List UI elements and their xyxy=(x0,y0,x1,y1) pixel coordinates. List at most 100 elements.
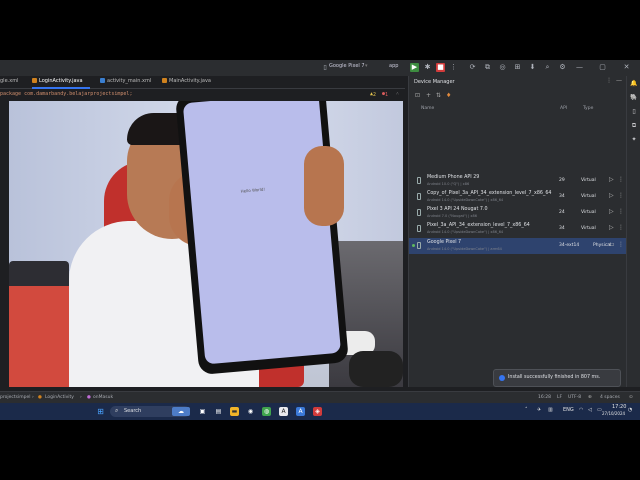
device-more-icon[interactable]: ⋮ xyxy=(618,176,624,183)
run-config-selector[interactable]: app xyxy=(389,63,398,69)
right-tool-strip: 🔔 🐘 ▯ ⧉ ✦ xyxy=(626,76,640,387)
panel-options-icon[interactable]: ⋮ — xyxy=(606,77,622,84)
widgets-icon[interactable]: ▤ xyxy=(214,407,223,416)
notification-center-icon[interactable]: ◔ xyxy=(628,407,632,413)
device-more-icon[interactable]: ⋮ xyxy=(618,241,624,248)
phone-icon: ▯ xyxy=(323,64,327,71)
app-icon-a[interactable]: A xyxy=(279,407,288,416)
tray-chevron-icon[interactable]: ˄ xyxy=(525,407,528,413)
breadcrumb-method[interactable]: onMasuk xyxy=(93,395,113,400)
column-type[interactable]: Type xyxy=(583,106,593,111)
clock-time[interactable]: 17:20 xyxy=(612,404,626,410)
device-more-icon[interactable]: ⋮ xyxy=(618,192,624,199)
java-file-icon xyxy=(162,78,167,83)
inspection-chevron-icon[interactable]: ˄ xyxy=(396,91,399,97)
file-explorer-icon[interactable]: ▬ xyxy=(230,407,239,416)
device-more-icon[interactable]: ⋮ xyxy=(618,224,624,231)
profiler-icon[interactable]: ◎ xyxy=(498,63,507,72)
firebase-icon[interactable]: ♦ xyxy=(446,92,451,99)
sdk-manager-icon[interactable]: ⬇ xyxy=(528,63,537,72)
code-first-line: package com.damarbandy.belajarprojectsim… xyxy=(0,90,405,101)
tab-main-activity[interactable]: MainActivity.java xyxy=(162,78,211,84)
tab-login-activity[interactable]: LoginActivity.java xyxy=(32,78,83,84)
layout-inspector-icon[interactable]: ⊞ xyxy=(513,63,522,72)
device-mirror-icon[interactable]: ⧉ xyxy=(483,63,492,72)
tray-network-icon[interactable]: ▥ xyxy=(548,407,553,413)
phone-icon xyxy=(417,209,421,216)
breadcrumb-sep-icon: › xyxy=(80,395,82,400)
column-api[interactable]: API xyxy=(560,106,567,111)
add-device-icon[interactable]: + xyxy=(426,92,431,99)
mirror-device-icon[interactable]: ▭ xyxy=(609,241,615,248)
info-icon xyxy=(499,375,505,381)
settings-icon[interactable]: ⚙ xyxy=(558,63,567,72)
task-view-icon[interactable]: ▣ xyxy=(198,407,207,416)
gradle-icon[interactable]: 🐘 xyxy=(630,94,638,102)
device-manager-icon[interactable]: ▯ xyxy=(630,108,638,116)
chrome-icon[interactable]: ◍ xyxy=(262,407,271,416)
tab-gle-xml[interactable]: gle.xml xyxy=(0,78,18,84)
start-device-icon[interactable]: ▷ xyxy=(609,192,614,199)
app-icon-pen[interactable]: A xyxy=(296,407,305,416)
main-toolbar: ▯ Google Pixel 7 ▾ app ▶ ✱ ■ ⋮ ⟳ ⧉ ◎ ⊞ ⬇… xyxy=(0,60,640,76)
memory-indicator-icon[interactable]: ⊙ xyxy=(629,395,633,400)
device-row[interactable]: Pixel_3a_API_34_extension_level_7_x86_64… xyxy=(409,221,627,237)
start-device-icon[interactable]: ▷ xyxy=(609,224,614,231)
gemini-icon[interactable]: ✦ xyxy=(630,136,638,144)
caret-position[interactable]: 16:28 xyxy=(538,395,551,400)
search-highlight-icon[interactable]: ☁ xyxy=(172,407,190,416)
line-separator[interactable]: LF xyxy=(557,395,562,400)
phone-icon xyxy=(417,225,421,232)
search-icon[interactable]: ⌕ xyxy=(543,63,552,72)
error-count[interactable]: ● 1 xyxy=(382,91,388,98)
install-notification[interactable]: Install successfully finished in 807 ms. xyxy=(493,369,621,387)
app-icon-red[interactable]: ◈ xyxy=(313,407,322,416)
letterbox-bottom xyxy=(0,420,640,480)
clock-date[interactable]: 27/10/2024 xyxy=(602,411,625,416)
device-selector[interactable]: Google Pixel 7 xyxy=(329,63,365,69)
breadcrumb-path[interactable]: projectsimpel xyxy=(0,395,30,400)
package-line[interactable]: package com.damarbandy.belajarprojectsim… xyxy=(0,91,132,97)
run-icon[interactable]: ▶ xyxy=(410,63,419,72)
windows-start-icon[interactable]: ⊞ xyxy=(96,407,105,416)
stop-icon[interactable]: ■ xyxy=(436,63,445,72)
editor-area[interactable]: Hello World! xyxy=(0,101,405,387)
webcam-overlay: Hello World! xyxy=(9,101,403,387)
start-device-icon[interactable]: ▷ xyxy=(609,208,614,215)
debug-icon[interactable]: ✱ xyxy=(423,63,432,72)
search-icon: ⌕ xyxy=(115,407,119,414)
indent-setting[interactable]: 4 spaces xyxy=(600,395,620,400)
close-icon[interactable]: ✕ xyxy=(622,63,631,72)
phone-image: Hello World! xyxy=(175,101,349,376)
letterbox-top xyxy=(0,0,640,60)
device-more-icon[interactable]: ⋮ xyxy=(618,208,624,215)
pair-devices-icon[interactable]: ⊡ xyxy=(415,92,420,99)
device-table-header: Name API Type xyxy=(409,105,627,114)
lock-icon[interactable]: ⊕ xyxy=(588,395,592,400)
java-file-icon xyxy=(32,78,37,83)
maximize-icon[interactable]: ▢ xyxy=(598,63,607,72)
breadcrumb-class[interactable]: LoginActivity xyxy=(45,395,74,400)
column-name[interactable]: Name xyxy=(421,106,434,111)
wifi-pair-icon[interactable]: ⇅ xyxy=(436,92,441,99)
person-right-hand-image xyxy=(304,146,344,226)
start-device-icon[interactable]: ▷ xyxy=(609,176,614,183)
device-chevron-icon[interactable]: ▾ xyxy=(365,63,368,69)
camera-app-icon[interactable]: ◉ xyxy=(246,407,255,416)
device-row[interactable]: Pixel 3 API 24 Nougat 7.0 Android 7.0 ("… xyxy=(409,205,627,221)
wifi-icon[interactable]: ◠ xyxy=(579,407,583,413)
volume-icon[interactable]: ◁ xyxy=(588,407,592,413)
more-actions-icon[interactable]: ⋮ xyxy=(449,63,458,72)
warning-count[interactable]: ▲ 2 xyxy=(370,91,376,98)
running-devices-icon[interactable]: ⧉ xyxy=(630,122,638,130)
file-encoding[interactable]: UTF-8 xyxy=(568,395,581,400)
language-indicator[interactable]: ENG xyxy=(563,407,574,413)
device-row-selected[interactable]: Google Pixel 7 Android 14.0 ("UpsideDown… xyxy=(409,238,627,254)
device-row[interactable]: Medium Phone API 29 Android 10.0 ("Q") |… xyxy=(409,173,627,189)
minimize-icon[interactable]: — xyxy=(575,63,584,72)
sync-icon[interactable]: ⟳ xyxy=(468,63,477,72)
tray-app-icon[interactable]: ✈ xyxy=(537,407,541,413)
tab-activity-main[interactable]: activity_main.xml xyxy=(100,78,151,84)
notifications-icon[interactable]: 🔔 xyxy=(630,80,638,88)
device-row[interactable]: Copy_of_Pixel_3a_API_34_extension_level_… xyxy=(409,189,627,205)
